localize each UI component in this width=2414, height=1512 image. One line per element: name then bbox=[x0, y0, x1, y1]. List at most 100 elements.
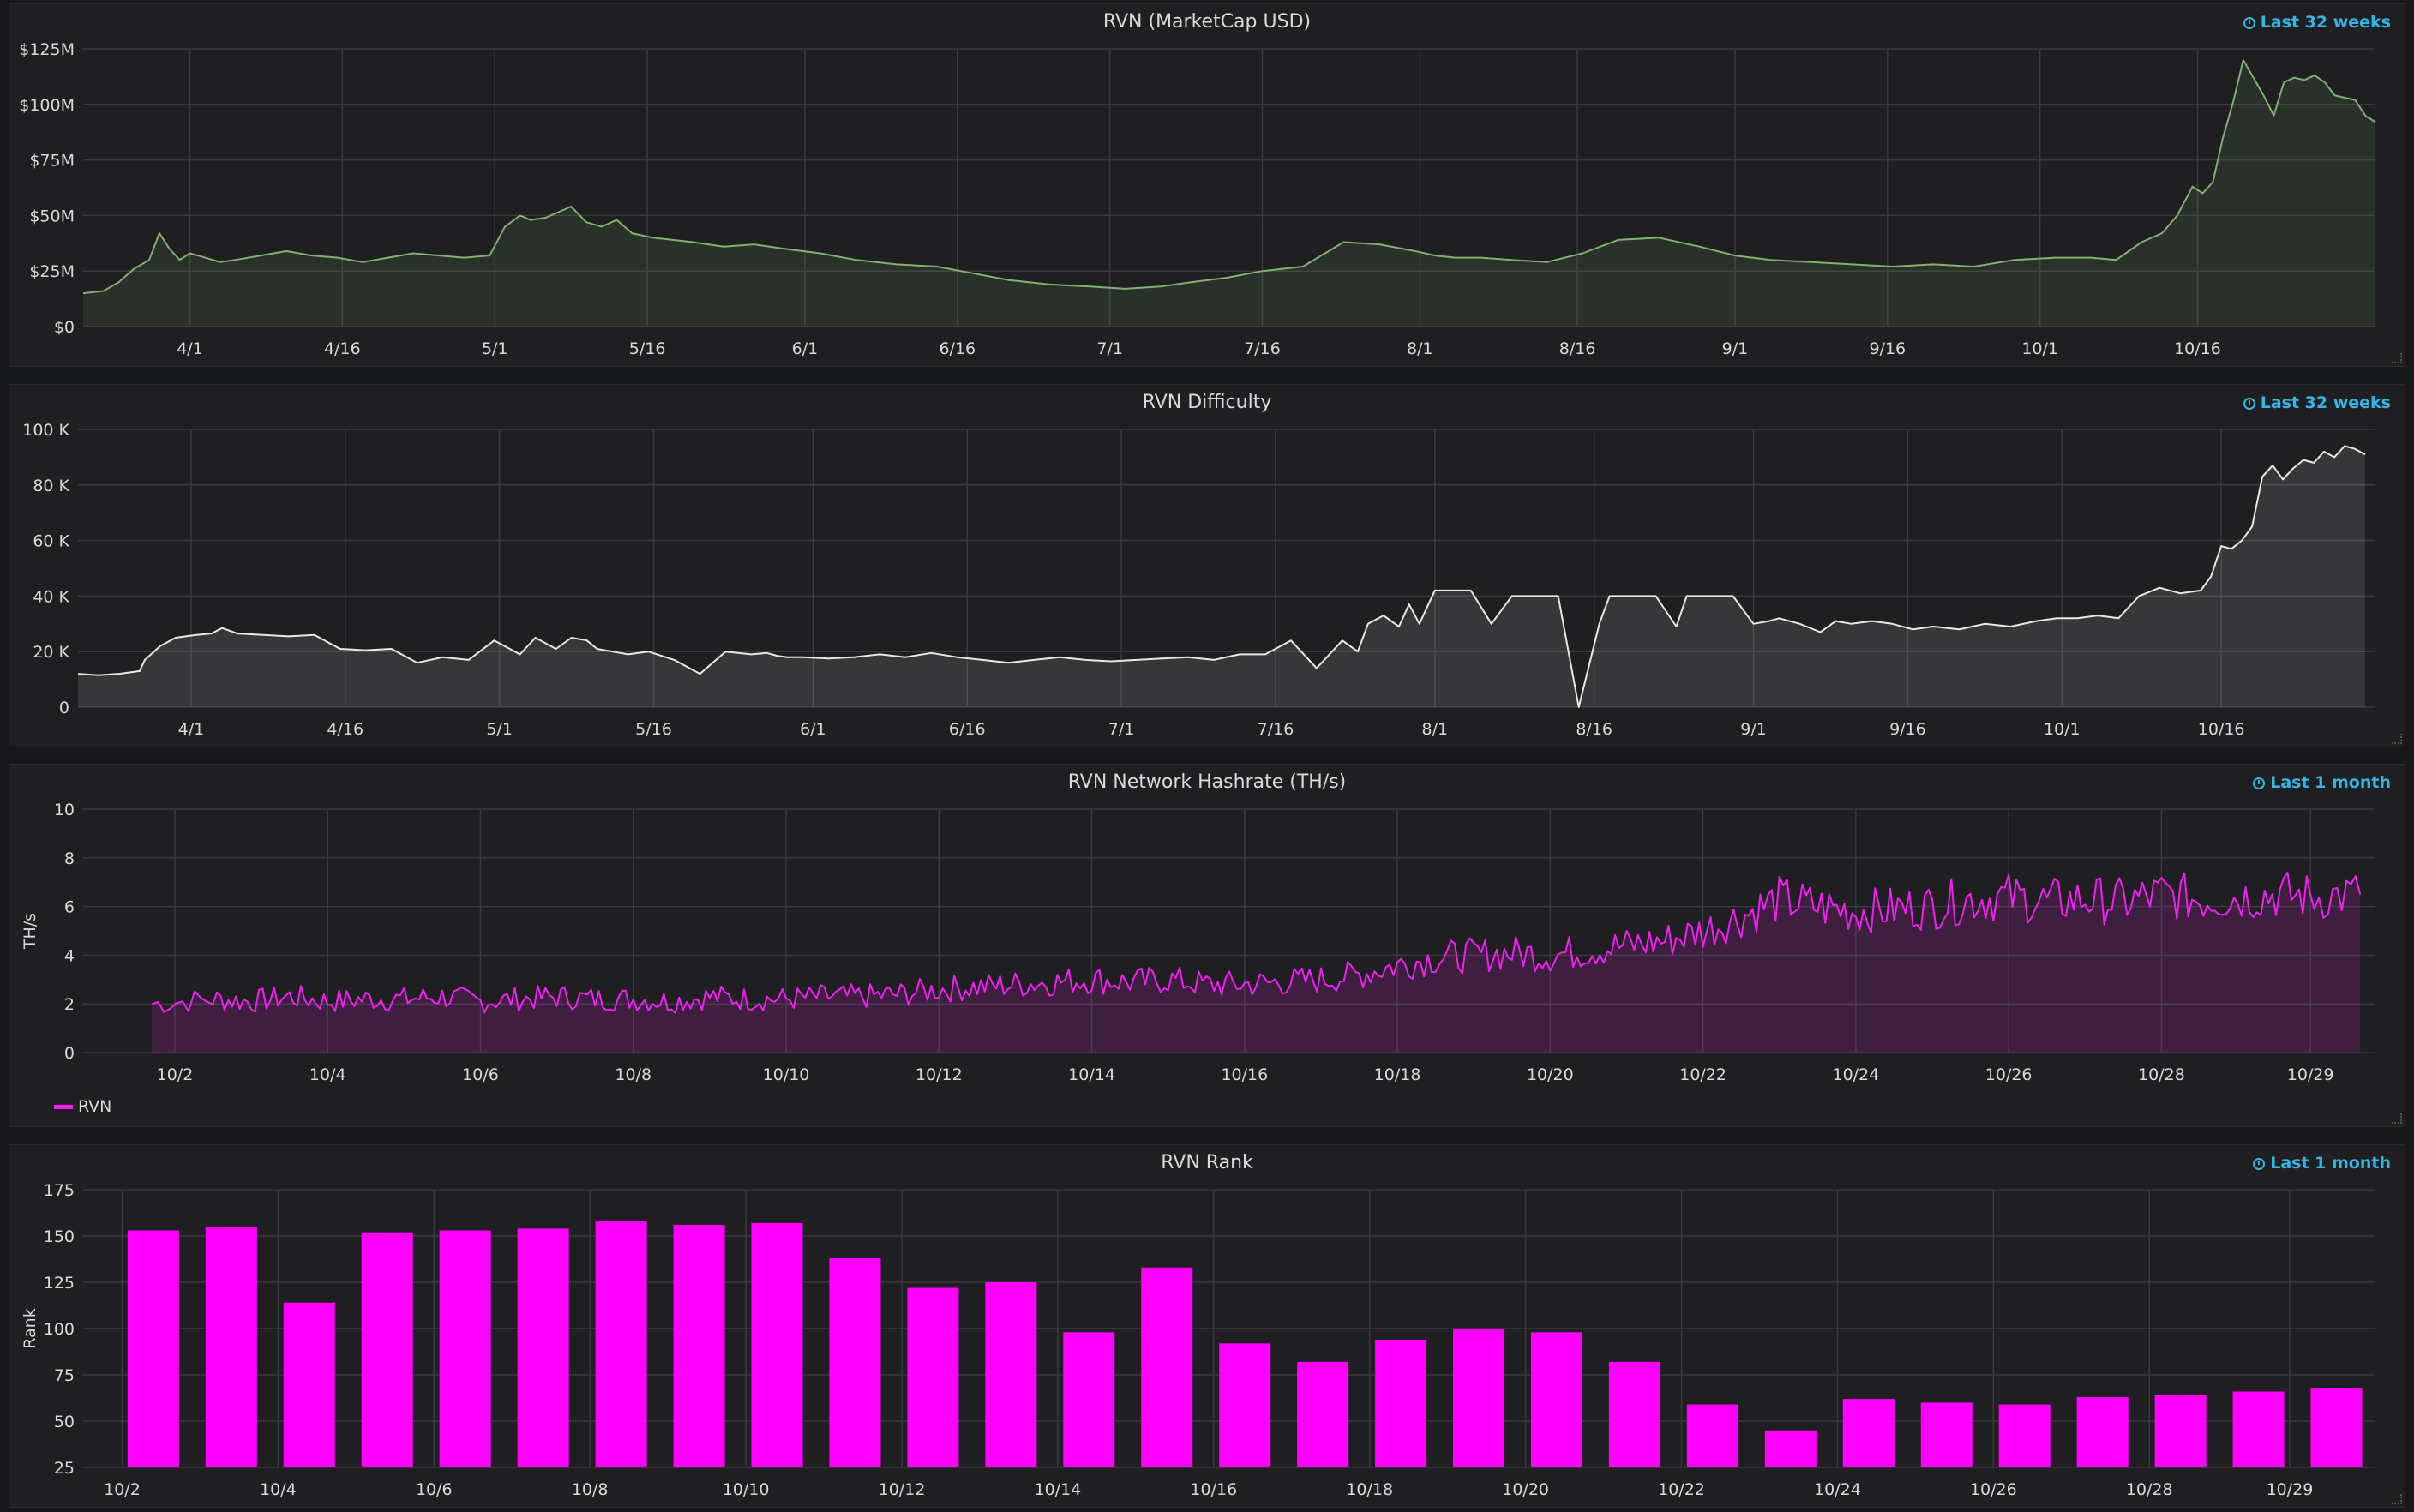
y-tick-label: 2 bbox=[64, 995, 75, 1014]
bar bbox=[1842, 1399, 1895, 1467]
bar bbox=[1219, 1343, 1271, 1467]
x-tick-label: 7/16 bbox=[1244, 339, 1281, 358]
x-tick-label: 10/16 bbox=[1221, 1065, 1268, 1084]
bar bbox=[1920, 1402, 1973, 1467]
difficulty-panel: RVN Difficulty Last 32 weeks 0 20 K 40 K 60… bbox=[9, 384, 2405, 747]
x-tick-label: 9/1 bbox=[1740, 720, 1767, 739]
bar bbox=[2232, 1391, 2285, 1467]
x-tick-label: 9/16 bbox=[1889, 720, 1926, 739]
series-area bbox=[83, 60, 2375, 327]
y-tick-label: $25M bbox=[29, 262, 75, 281]
x-tick-label: 10/28 bbox=[2126, 1480, 2173, 1499]
y-tick-label: 0 bbox=[59, 699, 69, 717]
x-tick-label: 10/4 bbox=[309, 1065, 346, 1084]
bar bbox=[673, 1225, 725, 1467]
resize-handle[interactable] bbox=[2392, 734, 2402, 744]
x-tick-label: 7/1 bbox=[1096, 339, 1123, 358]
x-tick-label: 5/16 bbox=[635, 720, 672, 739]
x-tick-label: 10/14 bbox=[1068, 1065, 1115, 1084]
x-tick-label: 4/1 bbox=[177, 339, 203, 358]
x-tick-label: 6/16 bbox=[949, 720, 986, 739]
bar bbox=[1297, 1361, 1349, 1467]
x-tick-label: 10/20 bbox=[1527, 1065, 1574, 1084]
bar bbox=[751, 1222, 803, 1467]
x-tick-label: 10/2 bbox=[104, 1480, 141, 1499]
y-tick-label: 50 bbox=[54, 1413, 75, 1431]
x-tick-label: 10/24 bbox=[1833, 1065, 1880, 1084]
x-tick-label: 10/4 bbox=[260, 1480, 297, 1499]
bar bbox=[1998, 1404, 2051, 1467]
resize-handle[interactable] bbox=[2392, 353, 2402, 363]
y-tick-label: 8 bbox=[64, 849, 75, 868]
x-tick-label: 10/14 bbox=[1035, 1480, 1082, 1499]
x-tick-label: 10/10 bbox=[763, 1065, 810, 1084]
rank-panel: RVN Rank Last 1 month 25 50 75 100 125 150 175… bbox=[9, 1144, 2405, 1508]
x-tick-label: 5/1 bbox=[482, 339, 508, 358]
bar bbox=[2076, 1396, 2129, 1467]
y-tick-label: $100M bbox=[19, 96, 75, 115]
resize-handle[interactable] bbox=[2392, 1113, 2402, 1124]
hashrate-chart[interactable]: 0 2 4 6 8 10 10/2 10/4 10/6 10/8 10/10 10/12 10/14 10… bbox=[9, 765, 2406, 1128]
y-tick-label: $50M bbox=[29, 207, 75, 225]
resize-handle[interactable] bbox=[2392, 1494, 2402, 1504]
y-tick-label: 125 bbox=[44, 1274, 75, 1293]
x-tick-label: 10/29 bbox=[2287, 1065, 2334, 1084]
x-tick-label: 10/6 bbox=[462, 1065, 499, 1084]
y-tick-label: 20 K bbox=[33, 643, 69, 662]
y-tick-label: $125M bbox=[19, 40, 75, 59]
x-tick-label: 10/6 bbox=[416, 1480, 453, 1499]
y-tick-label: 60 K bbox=[33, 532, 69, 551]
x-tick-label: 10/2 bbox=[157, 1065, 194, 1084]
x-tick-label: 5/1 bbox=[486, 720, 513, 739]
y-tick-label: 10 bbox=[54, 801, 75, 819]
x-tick-label: 10/18 bbox=[1374, 1065, 1421, 1084]
x-tick-label: 10/26 bbox=[1985, 1065, 2033, 1084]
x-tick-label: 10/29 bbox=[2267, 1480, 2314, 1499]
x-tick-label: 10/12 bbox=[916, 1065, 963, 1084]
legend-label: RVN bbox=[78, 1097, 112, 1116]
y-tick-label: 25 bbox=[54, 1459, 75, 1478]
x-tick-label: 10/22 bbox=[1658, 1480, 1705, 1499]
y-tick-label: 40 K bbox=[33, 587, 69, 606]
marketcap-chart[interactable]: $0 $25M $50M $75M $100M $125M 4/1 4/16 5/1 5/16 6/… bbox=[9, 4, 2406, 368]
y-tick-label: $0 bbox=[54, 318, 75, 337]
x-tick-label: 10/16 bbox=[2174, 339, 2221, 358]
x-tick-label: 9/16 bbox=[1869, 339, 1906, 358]
y-axis-label: TH/s bbox=[21, 913, 39, 950]
bar bbox=[439, 1230, 491, 1467]
x-tick-label: 10/26 bbox=[1970, 1480, 2017, 1499]
bar bbox=[829, 1257, 881, 1467]
difficulty-chart[interactable]: 020 K40 K60 K80 K100 K4/1 4/16 5/1 5/16 6/1 6… bbox=[9, 385, 2406, 748]
x-tick-label: 10/12 bbox=[879, 1480, 926, 1499]
x-tick-label: 10/8 bbox=[615, 1065, 652, 1084]
x-tick-label: 10/16 bbox=[2198, 720, 2245, 739]
x-tick-label: 10/10 bbox=[723, 1480, 770, 1499]
bar bbox=[283, 1302, 335, 1467]
bar bbox=[1063, 1332, 1115, 1467]
x-tick-label: 10/18 bbox=[1346, 1480, 1393, 1499]
rank-chart[interactable]: 25 50 75 100 125 150 175 10/2 10/4 10/6 10/8 10/10 1… bbox=[9, 1145, 2406, 1509]
y-tick-label: $75M bbox=[29, 152, 75, 171]
y-axis-label: Rank bbox=[21, 1308, 39, 1348]
bar bbox=[907, 1287, 959, 1467]
x-tick-label: 10/28 bbox=[2138, 1065, 2185, 1084]
y-tick-label: 4 bbox=[64, 946, 75, 965]
x-tick-label: 10/22 bbox=[1679, 1065, 1726, 1084]
bar bbox=[517, 1228, 569, 1467]
bar bbox=[595, 1221, 647, 1467]
x-tick-label: 6/1 bbox=[792, 339, 819, 358]
x-tick-label: 8/1 bbox=[1407, 339, 1433, 358]
x-tick-label: 8/1 bbox=[1422, 720, 1449, 739]
bar bbox=[1686, 1404, 1738, 1467]
bar bbox=[1608, 1361, 1660, 1467]
x-tick-label: 8/16 bbox=[1559, 339, 1596, 358]
legend-item[interactable]: RVN bbox=[54, 1097, 111, 1116]
y-tick-label: 0 bbox=[64, 1044, 75, 1063]
hashrate-panel: RVN Network Hashrate (TH/s) Last 1 month… bbox=[9, 764, 2405, 1127]
bar bbox=[2310, 1388, 2363, 1467]
bar bbox=[1141, 1267, 1193, 1467]
bar bbox=[1453, 1329, 1505, 1467]
x-tick-label: 8/16 bbox=[1576, 720, 1612, 739]
y-tick-label: 150 bbox=[44, 1227, 75, 1246]
legend-swatch bbox=[54, 1105, 73, 1109]
